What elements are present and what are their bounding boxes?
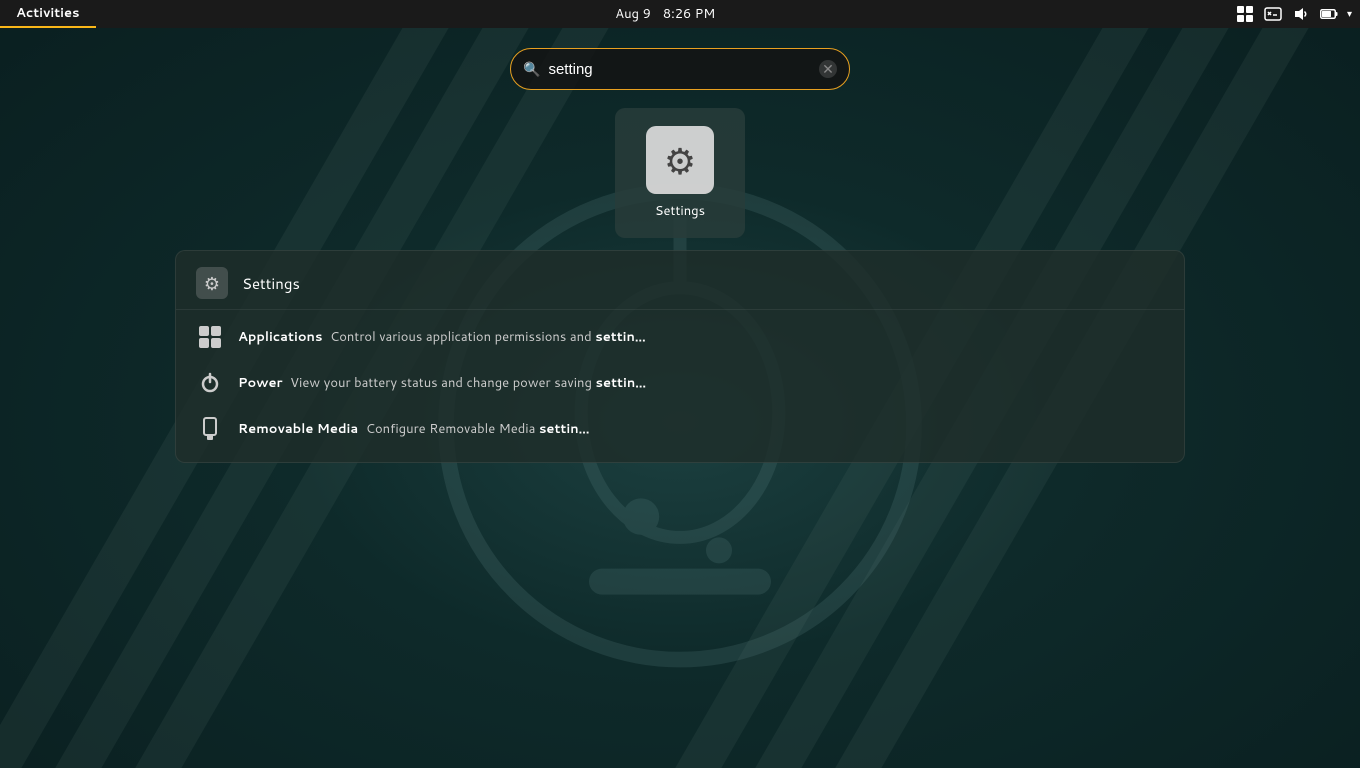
- removable-media-name: Removable Media: [238, 420, 358, 438]
- removable-media-result-text: Removable Media Configure Removable Medi…: [238, 420, 590, 438]
- topbar-right: ▾: [1235, 4, 1360, 24]
- search-bar[interactable]: 🔍 ✕: [510, 48, 850, 90]
- applications-result-text: Applications Control various application…: [238, 328, 646, 346]
- search-results-panel: ⚙ Settings Applications Control various …: [175, 250, 1185, 463]
- activities-button[interactable]: Activities: [0, 0, 96, 28]
- removable-media-desc: Configure Removable Media: [366, 420, 539, 438]
- app-icon-result[interactable]: ⚙ Settings: [615, 108, 745, 238]
- app-icon-label: Settings: [655, 202, 705, 220]
- power-result-text: Power View your battery status and chang…: [238, 374, 646, 392]
- topbar-time: 8:26 PM: [663, 5, 715, 23]
- settings-small-icon: ⚙: [196, 267, 228, 299]
- search-icon: 🔍: [523, 59, 540, 79]
- power-icon: [196, 369, 224, 397]
- search-area: 🔍 ✕ ⚙ Settings ⚙ Settings Applica: [0, 28, 1360, 768]
- removable-media-highlight: settin…: [539, 420, 590, 438]
- power-highlight: settin…: [596, 374, 647, 392]
- topbar-center: Aug 9 8:26 PM: [96, 5, 1235, 23]
- result-row-removable-media[interactable]: Removable Media Configure Removable Medi…: [176, 406, 1184, 452]
- overview-icon[interactable]: [1235, 4, 1255, 24]
- system-menu-arrow[interactable]: ▾: [1347, 7, 1352, 21]
- volume-icon[interactable]: [1291, 4, 1311, 24]
- apps-grid-icon: [199, 326, 221, 348]
- power-desc: View your battery status and change powe…: [290, 374, 595, 392]
- applications-desc: Control various application permissions …: [330, 328, 595, 346]
- search-bar-container: 🔍 ✕: [510, 48, 850, 90]
- applications-icon: [196, 323, 224, 351]
- power-name: Power: [238, 374, 283, 392]
- terminal-icon[interactable]: [1263, 4, 1283, 24]
- settings-sidebar-label: Settings: [242, 273, 300, 294]
- topbar-date: Aug 9: [615, 5, 651, 23]
- search-clear-button[interactable]: ✕: [819, 60, 837, 78]
- removable-media-icon: [196, 415, 224, 443]
- result-row-applications[interactable]: Applications Control various application…: [176, 314, 1184, 360]
- applications-name: Applications: [238, 328, 322, 346]
- settings-gear-icon: ⚙: [664, 135, 696, 186]
- result-row-power[interactable]: Power View your battery status and chang…: [176, 360, 1184, 406]
- applications-highlight: settin…: [595, 328, 646, 346]
- search-input[interactable]: [548, 61, 811, 78]
- topbar: Activities Aug 9 8:26 PM: [0, 0, 1360, 28]
- battery-icon[interactable]: [1319, 4, 1339, 24]
- sidebar-settings-result[interactable]: ⚙ Settings: [176, 261, 1184, 305]
- settings-app-icon: ⚙: [646, 126, 714, 194]
